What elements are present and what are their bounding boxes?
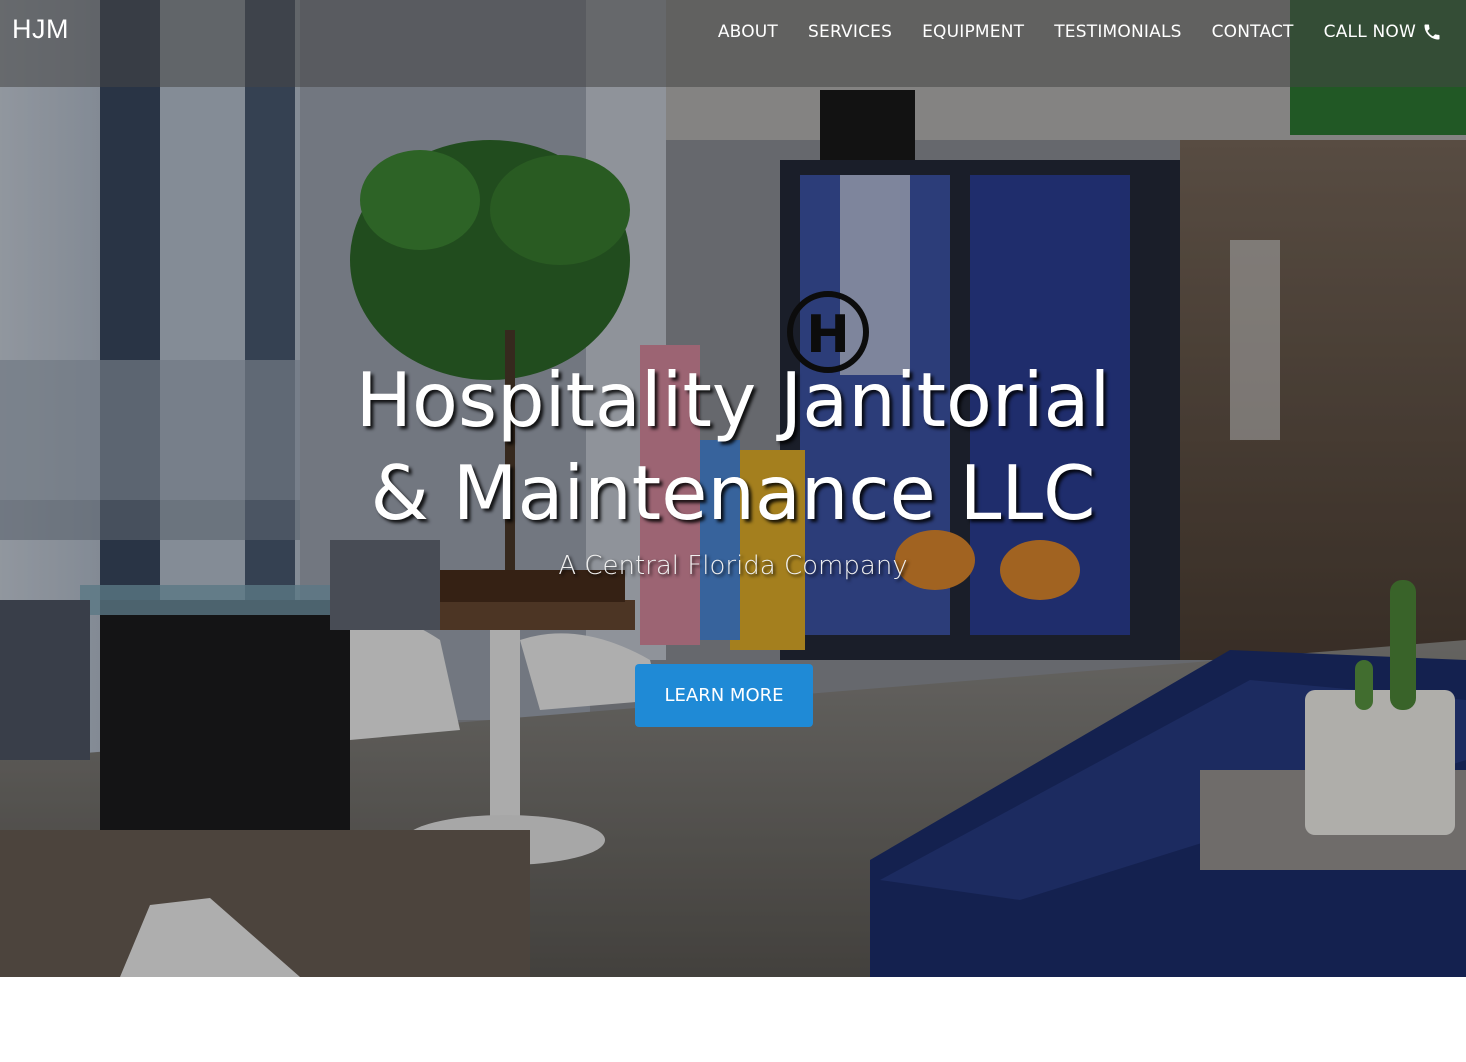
hero-title-line-2: & Maintenance LLC (370, 449, 1096, 537)
nav-link-equipment[interactable]: EQUIPMENT (922, 18, 1024, 46)
nav-link-about[interactable]: ABOUT (718, 18, 778, 46)
nav-link-contact[interactable]: CONTACT (1212, 18, 1294, 46)
brand-logo[interactable]: HJM (12, 14, 69, 45)
learn-more-button[interactable]: LEARN MORE (635, 664, 813, 727)
navbar: HJM ABOUT SERVICES EQUIPMENT TESTIMONIAL… (0, 0, 1466, 87)
nav-link-testimonials[interactable]: TESTIMONIALS (1054, 18, 1181, 46)
nav-link-services[interactable]: SERVICES (808, 18, 892, 46)
hero-section: H HJM ABOUT SERVICES EQUIPMENT TESTIMONI… (0, 0, 1466, 977)
call-now-label: CALL NOW (1323, 22, 1416, 42)
nav-links: ABOUT SERVICES EQUIPMENT TESTIMONIALS CO… (688, 18, 1442, 46)
call-now-link[interactable]: CALL NOW (1324, 18, 1442, 46)
hero-title-line-1: Hospitality Janitorial (355, 356, 1111, 444)
phone-icon (1424, 24, 1440, 40)
hero-title: Hospitality Janitorial & Maintenance LLC (0, 354, 1466, 540)
hero-subtitle: A Central Florida Company (558, 551, 908, 581)
